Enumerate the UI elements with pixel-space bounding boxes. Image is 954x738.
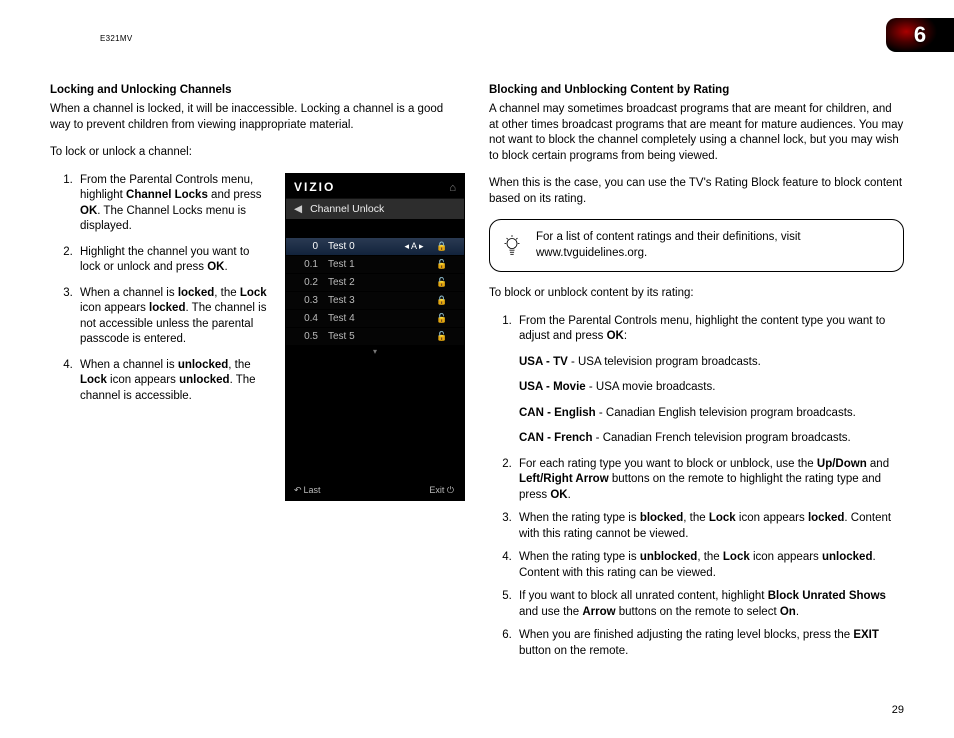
left-step-3: When a channel is locked, the Lock icon … xyxy=(76,286,273,348)
right-p1: A channel may sometimes broadcast progra… xyxy=(489,102,904,164)
tv-screenshot: VIZIO ⌂ ◀ Channel Unlock 0Test 0◂ A ▸🔒0.… xyxy=(285,173,465,501)
channel-number: 0 xyxy=(286,241,328,252)
lock-icon: 🔓 xyxy=(428,277,456,288)
channel-number: 0.5 xyxy=(286,331,328,342)
manual-page: E321MV 6 Locking and Unlocking Channels … xyxy=(0,0,954,738)
channel-name: Test 3 xyxy=(328,295,400,306)
channel-row: 0.1Test 1 🔓 xyxy=(286,255,464,273)
back-arrow-icon: ◀ xyxy=(294,203,302,215)
right-heading: Blocking and Unblocking Content by Ratin… xyxy=(489,84,904,96)
right-step-2: For each rating type you want to block o… xyxy=(515,457,904,504)
channel-row: 0.2Test 2 🔓 xyxy=(286,273,464,291)
home-icon: ⌂ xyxy=(449,182,456,194)
lock-icon: 🔒 xyxy=(428,295,456,306)
tv-footer: ↶Last Exit ⏻ xyxy=(286,485,464,496)
content-type-can-french: CAN - French - Canadian French televisio… xyxy=(519,431,900,447)
left-heading: Locking and Unlocking Channels xyxy=(50,84,465,96)
content-types: USA - TV - USA television program broadc… xyxy=(519,355,900,447)
left-lead: To lock or unlock a channel: xyxy=(50,145,465,161)
left-step-2: Highlight the channel you want to lock o… xyxy=(76,245,273,276)
channel-row: 0.5Test 5 🔓 xyxy=(286,327,464,345)
content-type-usa-tv: USA - TV - USA television program broadc… xyxy=(519,355,900,371)
right-step-1: From the Parental Controls menu, highlig… xyxy=(515,314,904,447)
lock-icon: 🔓 xyxy=(428,331,456,342)
chapter-tab: 6 xyxy=(886,18,954,52)
left-column: Locking and Unlocking Channels When a ch… xyxy=(50,84,465,669)
chapter-number: 6 xyxy=(914,22,926,48)
channel-number: 0.2 xyxy=(286,277,328,288)
channel-name: Test 2 xyxy=(328,277,400,288)
left-steps: From the Parental Controls menu, highlig… xyxy=(50,173,273,405)
tv-screen-title: Channel Unlock xyxy=(310,203,384,215)
tv-spacer xyxy=(286,219,464,237)
channel-name: Test 5 xyxy=(328,331,400,342)
right-step-3: When the rating type is blocked, the Loc… xyxy=(515,511,904,542)
tv-sub-header: ◀ Channel Unlock xyxy=(286,198,464,219)
channel-number: 0.3 xyxy=(286,295,328,306)
content-columns: Locking and Unlocking Channels When a ch… xyxy=(50,28,904,669)
tv-channel-list: 0Test 0◂ A ▸🔒0.1Test 1🔓0.2Test 2🔓0.3Test… xyxy=(286,237,464,345)
tip-callout: For a list of content ratings and their … xyxy=(489,219,904,272)
channel-name: Test 1 xyxy=(328,259,400,270)
lock-icon: 🔒 xyxy=(428,241,456,252)
page-number: 29 xyxy=(892,704,904,716)
channel-name: Test 0 xyxy=(328,241,400,252)
left-body: From the Parental Controls menu, highlig… xyxy=(50,173,465,501)
footer-exit: Exit ⏻ xyxy=(429,485,456,496)
right-step-4: When the rating type is unblocked, the L… xyxy=(515,550,904,581)
callout-text: For a list of content ratings and their … xyxy=(536,231,801,259)
left-step-1: From the Parental Controls menu, highlig… xyxy=(76,173,273,235)
content-type-can-english: CAN - English - Canadian English televis… xyxy=(519,406,900,422)
channel-name: Test 4 xyxy=(328,313,400,324)
left-intro: When a channel is locked, it will be ina… xyxy=(50,102,465,133)
left-steps-wrap: From the Parental Controls menu, highlig… xyxy=(50,173,273,501)
channel-row: 0.3Test 3 🔒 xyxy=(286,291,464,309)
nav-indicator-icon: ◂ A ▸ xyxy=(400,241,428,252)
model-number: E321MV xyxy=(100,34,132,43)
right-steps: From the Parental Controls menu, highlig… xyxy=(489,314,904,660)
channel-row: 0.4Test 4 🔓 xyxy=(286,309,464,327)
right-column: Blocking and Unblocking Content by Ratin… xyxy=(489,84,904,669)
last-icon: ↶ xyxy=(294,485,302,495)
lock-icon: 🔓 xyxy=(428,259,456,270)
left-step-4: When a channel is unlocked, the Lock ico… xyxy=(76,358,273,405)
channel-row: 0Test 0◂ A ▸🔒 xyxy=(286,237,464,255)
channel-number: 0.4 xyxy=(286,313,328,324)
right-p2: When this is the case, you can use the T… xyxy=(489,176,904,207)
lock-icon: 🔓 xyxy=(428,313,456,324)
footer-last: ↶Last xyxy=(294,485,321,496)
right-step-5: If you want to block all unrated content… xyxy=(515,589,904,620)
tv-brand: VIZIO xyxy=(286,174,464,198)
more-indicator-icon: ▾ xyxy=(286,345,464,356)
lightbulb-icon xyxy=(502,234,522,258)
right-step-6: When you are finished adjusting the rati… xyxy=(515,628,904,659)
channel-number: 0.1 xyxy=(286,259,328,270)
content-type-usa-movie: USA - Movie - USA movie broadcasts. xyxy=(519,380,900,396)
right-lead: To block or unblock content by its ratin… xyxy=(489,286,904,302)
exit-icon: ⏻ xyxy=(447,485,454,495)
